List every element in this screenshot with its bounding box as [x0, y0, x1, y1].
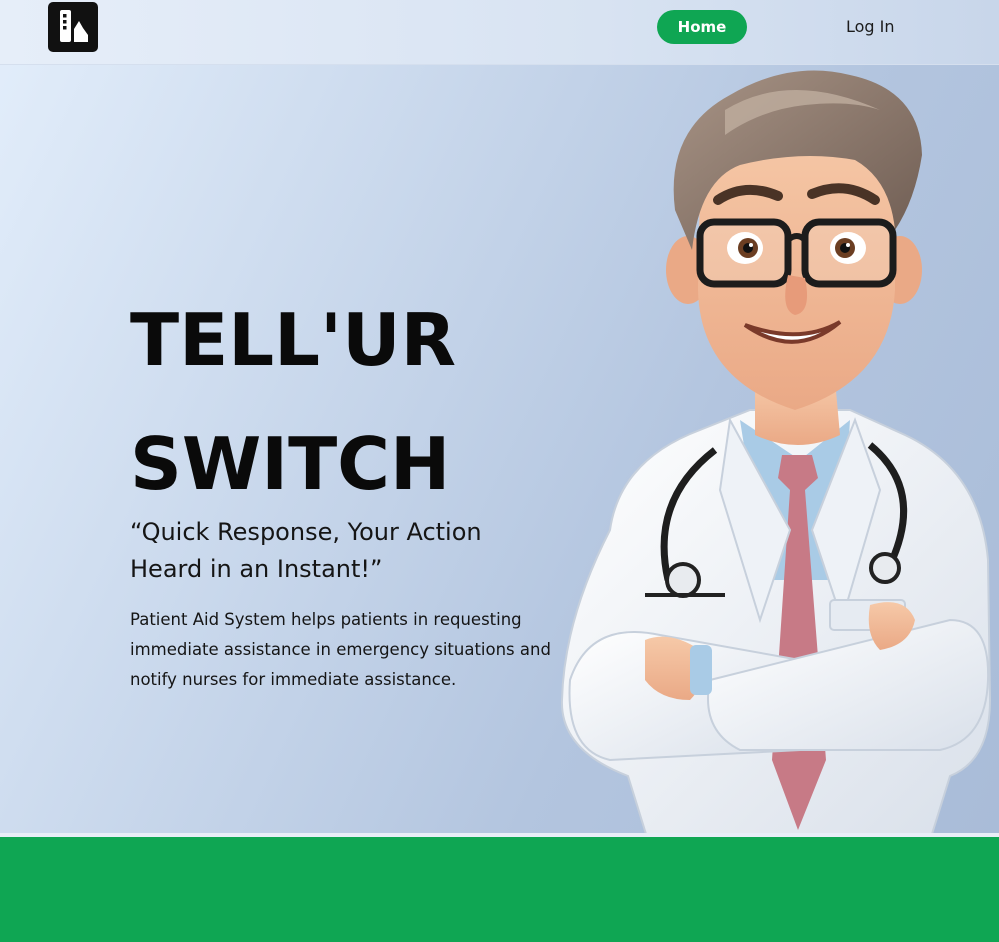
- app-logo-icon[interactable]: [48, 2, 98, 52]
- home-button[interactable]: Home: [657, 10, 747, 44]
- hero-description: Patient Aid System helps patients in req…: [130, 610, 551, 689]
- doctor-illustration: [560, 70, 992, 835]
- navbar: Home Log In: [0, 0, 999, 65]
- page: Home Log In TELL'UR SWITCH “Quick Respon…: [0, 0, 999, 942]
- logo-glyph: [60, 10, 88, 42]
- hero-title-line-1: TELL'UR: [130, 298, 457, 382]
- footer-band: [0, 837, 999, 942]
- hero-title: TELL'UR SWITCH: [130, 278, 550, 526]
- hero-tagline: “Quick Response, Your Action Heard in an…: [130, 518, 482, 583]
- login-link[interactable]: Log In: [846, 16, 895, 38]
- hero-title-line-2: SWITCH: [130, 422, 451, 506]
